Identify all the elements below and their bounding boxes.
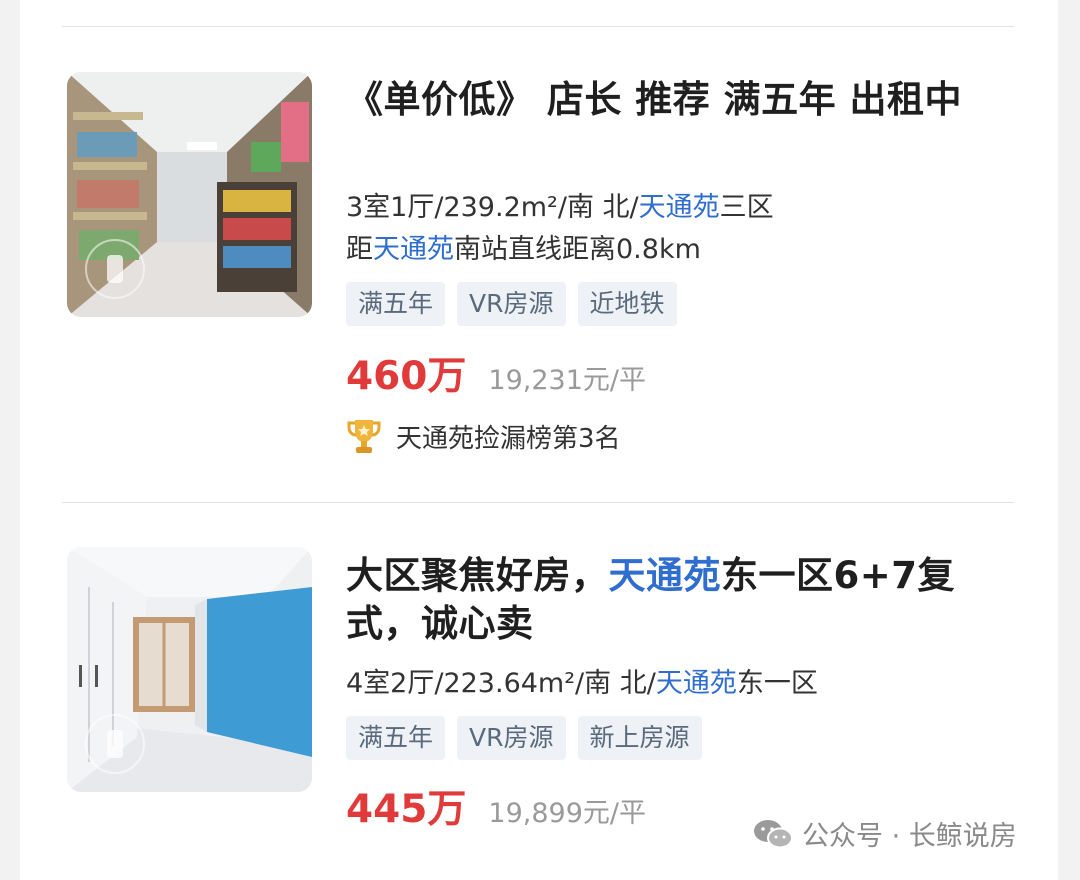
price-row: 460万 19,231元/平 <box>346 345 646 401</box>
tag-vr: VR房源 <box>457 282 566 326</box>
vr-icon <box>85 239 145 299</box>
tag-new-listing: 新上房源 <box>577 716 702 760</box>
listing-layout: 3室1厅/239.2m²/南 北/天通苑三区 <box>346 188 774 228</box>
tag-list: 满五年 VR房源 新上房源 <box>346 716 702 760</box>
total-price: 460万 <box>346 354 467 399</box>
tag-near-subway: 近地铁 <box>577 282 677 326</box>
tag-five-years: 满五年 <box>346 716 446 760</box>
vr-icon <box>85 714 145 774</box>
layout-text: 4室2厅/223.64m²/南 北/ <box>346 668 656 699</box>
listing-photo[interactable] <box>67 72 312 317</box>
area-text: 东一区 <box>736 668 818 699</box>
unit-price: 19,899元/平 <box>488 798 646 829</box>
community-link[interactable]: 天通苑 <box>639 192 720 223</box>
ranking-text: 天通苑捡漏榜第3名 <box>396 423 621 454</box>
divider <box>62 502 1014 503</box>
distance-text: 南站直线距离0.8km <box>454 234 701 265</box>
tag-vr: VR房源 <box>457 716 566 760</box>
distance-community: 天通苑 <box>373 234 454 265</box>
price-row: 445万 19,899元/平 <box>346 778 646 834</box>
title-community: 天通苑 <box>608 554 721 597</box>
community-link[interactable]: 天通苑 <box>656 668 737 699</box>
title-text: 大区聚焦好房， <box>346 554 609 597</box>
wechat-icon <box>754 819 793 848</box>
listing-title[interactable]: 大区聚焦好房，天通苑东一区6+7复式，诚心卖 <box>346 552 1016 648</box>
area-text: 三区 <box>719 192 774 223</box>
watermark: 公众号 · 长鲸说房 <box>752 814 1017 853</box>
listing-layout: 4室2厅/223.64m²/南 北/天通苑东一区 <box>346 664 818 704</box>
listing-photo[interactable] <box>67 547 312 792</box>
distance-prefix: 距 <box>346 234 373 265</box>
watermark-text: 公众号 · 长鲸说房 <box>802 821 1017 852</box>
ranking-badge[interactable]: 天通苑捡漏榜第3名 <box>346 417 621 455</box>
tag-list: 满五年 VR房源 近地铁 <box>346 282 677 326</box>
layout-text: 3室1厅/239.2m²/南 北/ <box>346 192 639 223</box>
trophy-icon <box>347 420 381 453</box>
listing-distance: 距天通苑南站直线距离0.8km <box>346 230 701 270</box>
divider <box>62 26 1014 27</box>
listing-title[interactable]: 《单价低》 店长 推荐 满五年 出租中 <box>346 76 1016 124</box>
total-price: 445万 <box>346 787 467 832</box>
tag-five-years: 满五年 <box>346 282 446 326</box>
unit-price: 19,231元/平 <box>488 365 646 396</box>
